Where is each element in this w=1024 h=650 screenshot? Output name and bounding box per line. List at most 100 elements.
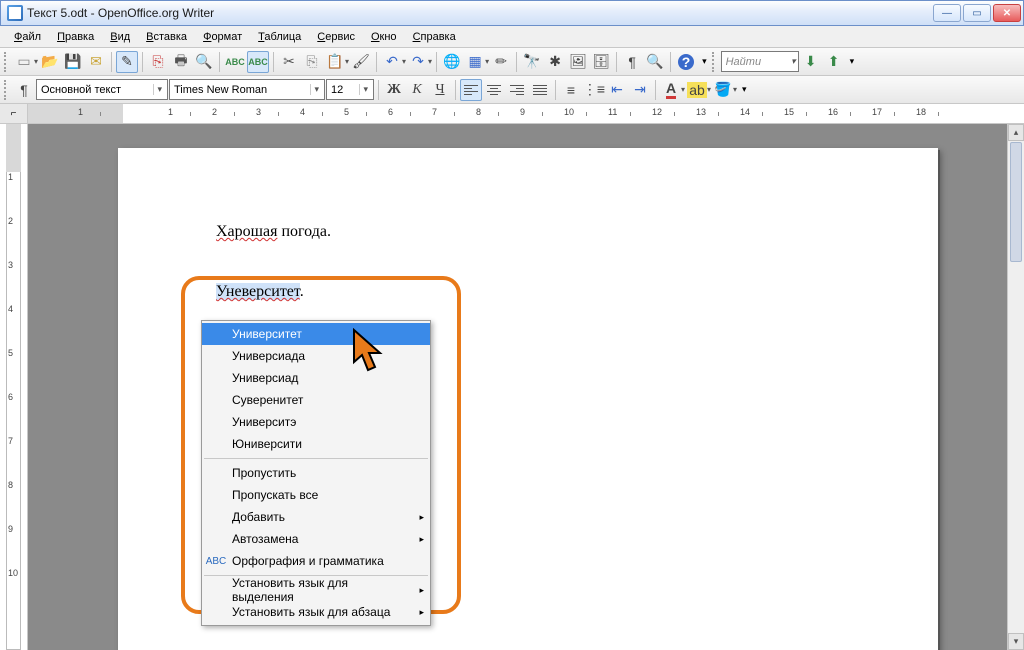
- font-size-combo[interactable]: 12▾: [326, 79, 374, 100]
- spellcheck-dialog-item[interactable]: ABC Орфография и грамматика: [202, 550, 430, 572]
- paste-button[interactable]: 📋▾: [324, 51, 349, 73]
- menu-file[interactable]: Файл: [6, 28, 49, 46]
- navigator-button[interactable]: ✱: [544, 51, 566, 73]
- suggestion-item-1[interactable]: Универсиада: [202, 345, 430, 367]
- increase-indent-button[interactable]: ⇥: [629, 79, 651, 101]
- open-button[interactable]: 📂: [39, 51, 61, 73]
- vertical-ruler[interactable]: 12345678910: [0, 124, 28, 650]
- italic-button[interactable]: К: [406, 79, 428, 101]
- font-name-combo[interactable]: Times New Roman▾: [169, 79, 325, 100]
- copy-button[interactable]: ⎘: [301, 51, 323, 73]
- vruler-tick: 4: [8, 304, 13, 314]
- maximize-button[interactable]: ▭: [963, 4, 991, 22]
- hyperlink-button[interactable]: 🌐: [441, 51, 463, 73]
- hruler-tick: 14: [740, 107, 750, 117]
- add-item[interactable]: Добавить▸: [202, 506, 430, 528]
- minimize-button[interactable]: —: [933, 4, 961, 22]
- redo-button[interactable]: ↷▾: [407, 51, 432, 73]
- toolbar-handle[interactable]: [4, 52, 10, 72]
- vruler-tick: 10: [8, 568, 18, 578]
- skip-item[interactable]: Пропустить: [202, 462, 430, 484]
- misspelled-word-1[interactable]: Харошая: [216, 223, 277, 240]
- bulleted-list-button[interactable]: ⋮≡: [583, 79, 605, 101]
- new-doc-button[interactable]: ▭▾: [13, 51, 38, 73]
- print-preview-button[interactable]: 🔍: [193, 51, 215, 73]
- export-pdf-button[interactable]: ⎘: [147, 51, 169, 73]
- print-button[interactable]: 🖶: [170, 51, 192, 73]
- find-replace-button[interactable]: 🔭: [521, 51, 543, 73]
- set-lang-selection-item[interactable]: Установить язык для выделения▸: [202, 579, 430, 601]
- suggestion-item-2[interactable]: Универсиад: [202, 367, 430, 389]
- underline-button[interactable]: Ч: [429, 79, 451, 101]
- align-right-button[interactable]: [506, 79, 528, 101]
- menu-edit[interactable]: Правка: [49, 28, 102, 46]
- document-canvas[interactable]: Харошая погода. Уневерситет.: [28, 124, 1024, 650]
- scroll-thumb[interactable]: [1010, 142, 1022, 262]
- scroll-down-button[interactable]: ▾: [1008, 633, 1024, 650]
- horizontal-ruler[interactable]: 1123456789101112131415161718: [28, 104, 1024, 123]
- page-content[interactable]: Харошая погода. Уневерситет.: [216, 220, 858, 304]
- cut-button[interactable]: ✂: [278, 51, 300, 73]
- save-button[interactable]: 💾: [62, 51, 84, 73]
- suggestion-item-4[interactable]: Университэ: [202, 411, 430, 433]
- paragraph-style-combo[interactable]: Основной текст▾: [36, 79, 168, 100]
- edit-mode-button[interactable]: ✎: [116, 51, 138, 73]
- toolbar-handle-2[interactable]: [712, 52, 718, 72]
- menu-view[interactable]: Вид: [102, 28, 138, 46]
- set-lang-paragraph-item[interactable]: Установить язык для абзаца▸: [202, 601, 430, 623]
- styles-window-button[interactable]: ¶: [13, 79, 35, 101]
- menu-table[interactable]: Таблица: [250, 28, 309, 46]
- find-prev-button[interactable]: ⬆: [823, 51, 845, 73]
- skip-all-item[interactable]: Пропускать все: [202, 484, 430, 506]
- find-toolbar-input[interactable]: Найти ▾: [721, 51, 799, 72]
- font-color-button[interactable]: А▾: [660, 79, 685, 101]
- format-paintbrush-button[interactable]: 🖌: [350, 51, 372, 73]
- gallery-button[interactable]: 🖼: [567, 51, 589, 73]
- toolbar-handle-3[interactable]: [4, 80, 10, 100]
- align-justify-button[interactable]: [529, 79, 551, 101]
- text-rest-1[interactable]: погода.: [277, 223, 331, 240]
- align-center-button[interactable]: [483, 79, 505, 101]
- hruler-tick: 5: [344, 107, 349, 117]
- help-button[interactable]: ?: [675, 51, 697, 73]
- suggestion-item-0[interactable]: Университет: [202, 323, 430, 345]
- undo-button[interactable]: ↶▾: [381, 51, 406, 73]
- menu-tools[interactable]: Сервис: [309, 28, 363, 46]
- ruler-row: ⌐ 1123456789101112131415161718: [0, 104, 1024, 124]
- auto-spellcheck-button[interactable]: ABC: [247, 51, 269, 73]
- menu-insert[interactable]: Вставка: [138, 28, 195, 46]
- selected-misspelled-word[interactable]: Уневерситет: [216, 283, 300, 300]
- mail-button[interactable]: ✉: [85, 51, 107, 73]
- menu-format[interactable]: Формат: [195, 28, 250, 46]
- close-button[interactable]: ✕: [993, 4, 1021, 22]
- background-color-button[interactable]: 🪣▾: [712, 79, 737, 101]
- autoreplace-item[interactable]: Автозамена▸: [202, 528, 430, 550]
- menu-help[interactable]: Справка: [405, 28, 464, 46]
- highlight-color-button[interactable]: ab▾: [686, 79, 711, 101]
- find-placeholder: Найти: [726, 56, 761, 68]
- ruler-corner: ⌐: [0, 104, 28, 123]
- chevron-right-icon: ▸: [419, 585, 424, 596]
- show-draw-button[interactable]: ✏: [490, 51, 512, 73]
- vruler-tick: 2: [8, 216, 13, 226]
- hruler-tick: 8: [476, 107, 481, 117]
- numbered-list-button[interactable]: ≡: [560, 79, 582, 101]
- scroll-up-button[interactable]: ▴: [1008, 124, 1024, 141]
- app-icon: [7, 5, 23, 21]
- decrease-indent-button[interactable]: ⇤: [606, 79, 628, 101]
- zoom-button[interactable]: 🔍: [644, 51, 666, 73]
- find-next-button[interactable]: ⬇: [800, 51, 822, 73]
- spellcheck-button[interactable]: ABC: [224, 51, 246, 73]
- suggestion-item-5[interactable]: Юниверсити: [202, 433, 430, 455]
- bold-button[interactable]: Ж: [383, 79, 405, 101]
- text-line-2[interactable]: Уневерситет.: [216, 280, 858, 304]
- data-sources-button[interactable]: 🗄: [590, 51, 612, 73]
- vertical-scrollbar[interactable]: ▴ ▾: [1007, 124, 1024, 650]
- menu-window[interactable]: Окно: [363, 28, 405, 46]
- align-left-button[interactable]: [460, 79, 482, 101]
- table-button[interactable]: ▦▾: [464, 51, 489, 73]
- suggestion-item-3[interactable]: Суверенитет: [202, 389, 430, 411]
- text-line-1[interactable]: Харошая погода.: [216, 220, 858, 244]
- nonprinting-chars-button[interactable]: ¶: [621, 51, 643, 73]
- text-period[interactable]: .: [300, 283, 304, 300]
